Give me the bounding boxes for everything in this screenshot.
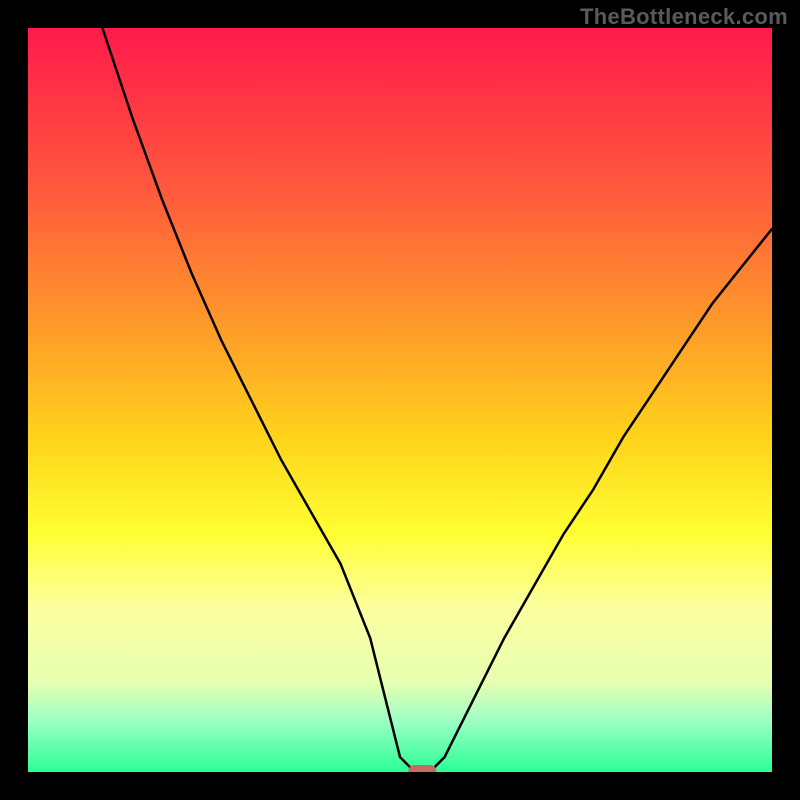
chart-frame: TheBottleneck.com (0, 0, 800, 800)
plot-area (28, 28, 772, 772)
watermark-text: TheBottleneck.com (580, 4, 788, 30)
bottleneck-curve (102, 28, 772, 772)
plot-svg (28, 28, 772, 772)
optimum-marker (408, 765, 436, 772)
